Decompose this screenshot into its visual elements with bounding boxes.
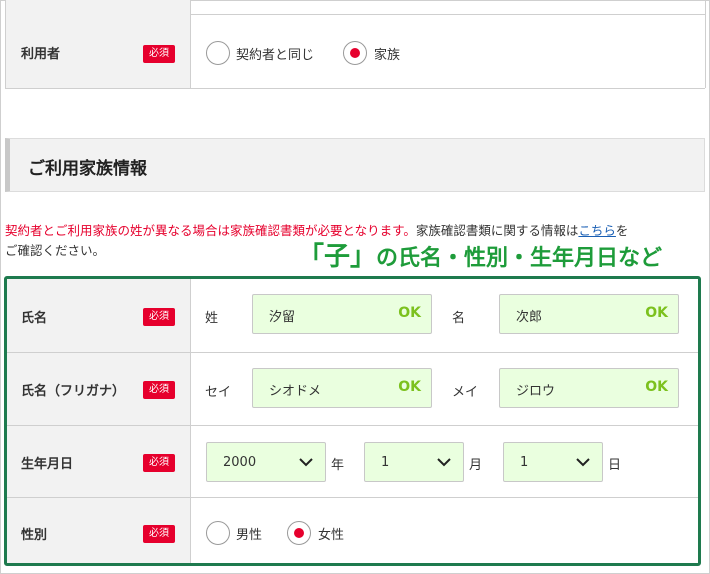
radio-same-as-contractor[interactable] [206, 41, 230, 65]
first-name-kana-input[interactable]: ジロウ OK [499, 368, 679, 408]
gender-label: 性別 [21, 528, 48, 543]
required-badge: 必須 [143, 525, 175, 543]
ok-indicator: OK [645, 305, 668, 321]
first-name-input[interactable]: 次郎 OK [499, 294, 679, 334]
birthdate-label: 生年月日 [21, 457, 74, 472]
radio-female[interactable] [287, 521, 311, 545]
day-unit: 日 [608, 458, 622, 473]
section-header: ご利用家族情報 [5, 138, 705, 192]
chevron-down-icon [437, 458, 451, 467]
radio-male-label[interactable]: 男性 [236, 524, 262, 543]
first-name-kana-value: ジロウ [516, 384, 556, 399]
mei-label: 名 [452, 311, 466, 326]
radio-same-as-contractor-label[interactable]: 契約者と同じ [236, 44, 314, 63]
notice-line2: ご確認ください。 [5, 243, 106, 258]
user-label: 利用者 [21, 47, 61, 62]
chevron-down-icon [576, 458, 590, 467]
last-name-kana-value: シオドメ [269, 384, 322, 399]
required-badge: 必須 [143, 308, 175, 326]
birth-month-select[interactable]: 1 [364, 442, 464, 482]
birth-day-value: 1 [520, 455, 529, 470]
required-badge: 必須 [143, 381, 175, 399]
last-name-value: 汐留 [269, 310, 296, 325]
birth-month-value: 1 [381, 455, 390, 470]
name-label: 氏名 [21, 311, 48, 326]
required-badge: 必須 [143, 454, 175, 472]
kana-label: 氏名（フリガナ） [21, 384, 126, 399]
radio-male[interactable] [206, 521, 230, 545]
callout-annotation: 「子」の氏名・性別・生年月日など [298, 236, 662, 273]
ok-indicator: OK [398, 305, 421, 321]
radio-female-label[interactable]: 女性 [318, 524, 344, 543]
divider [190, 0, 191, 88]
required-badge: 必須 [143, 45, 175, 63]
birth-year-value: 2000 [223, 455, 257, 470]
sei-label: 姓 [205, 311, 219, 326]
ok-indicator: OK [645, 379, 668, 395]
sei-kana-label: セイ [205, 385, 232, 400]
radio-family[interactable] [343, 41, 367, 65]
year-unit: 年 [331, 458, 345, 473]
divider [5, 88, 705, 89]
ok-indicator: OK [398, 379, 421, 395]
chevron-down-icon [299, 458, 313, 467]
birth-year-select[interactable]: 2000 [206, 442, 326, 482]
mei-kana-label: メイ [452, 385, 479, 400]
radio-family-label[interactable]: 家族 [374, 44, 400, 63]
divider [705, 0, 706, 88]
section-title: ご利用家族情報 [28, 159, 147, 179]
first-name-value: 次郎 [516, 310, 543, 325]
callout-quoted: 「子」 [298, 242, 377, 272]
month-unit: 月 [469, 458, 483, 473]
birth-day-select[interactable]: 1 [503, 442, 603, 482]
callout-rest: の氏名・性別・生年月日など [376, 246, 663, 271]
last-name-kana-input[interactable]: シオドメ OK [252, 368, 432, 408]
last-name-input[interactable]: 汐留 OK [252, 294, 432, 334]
